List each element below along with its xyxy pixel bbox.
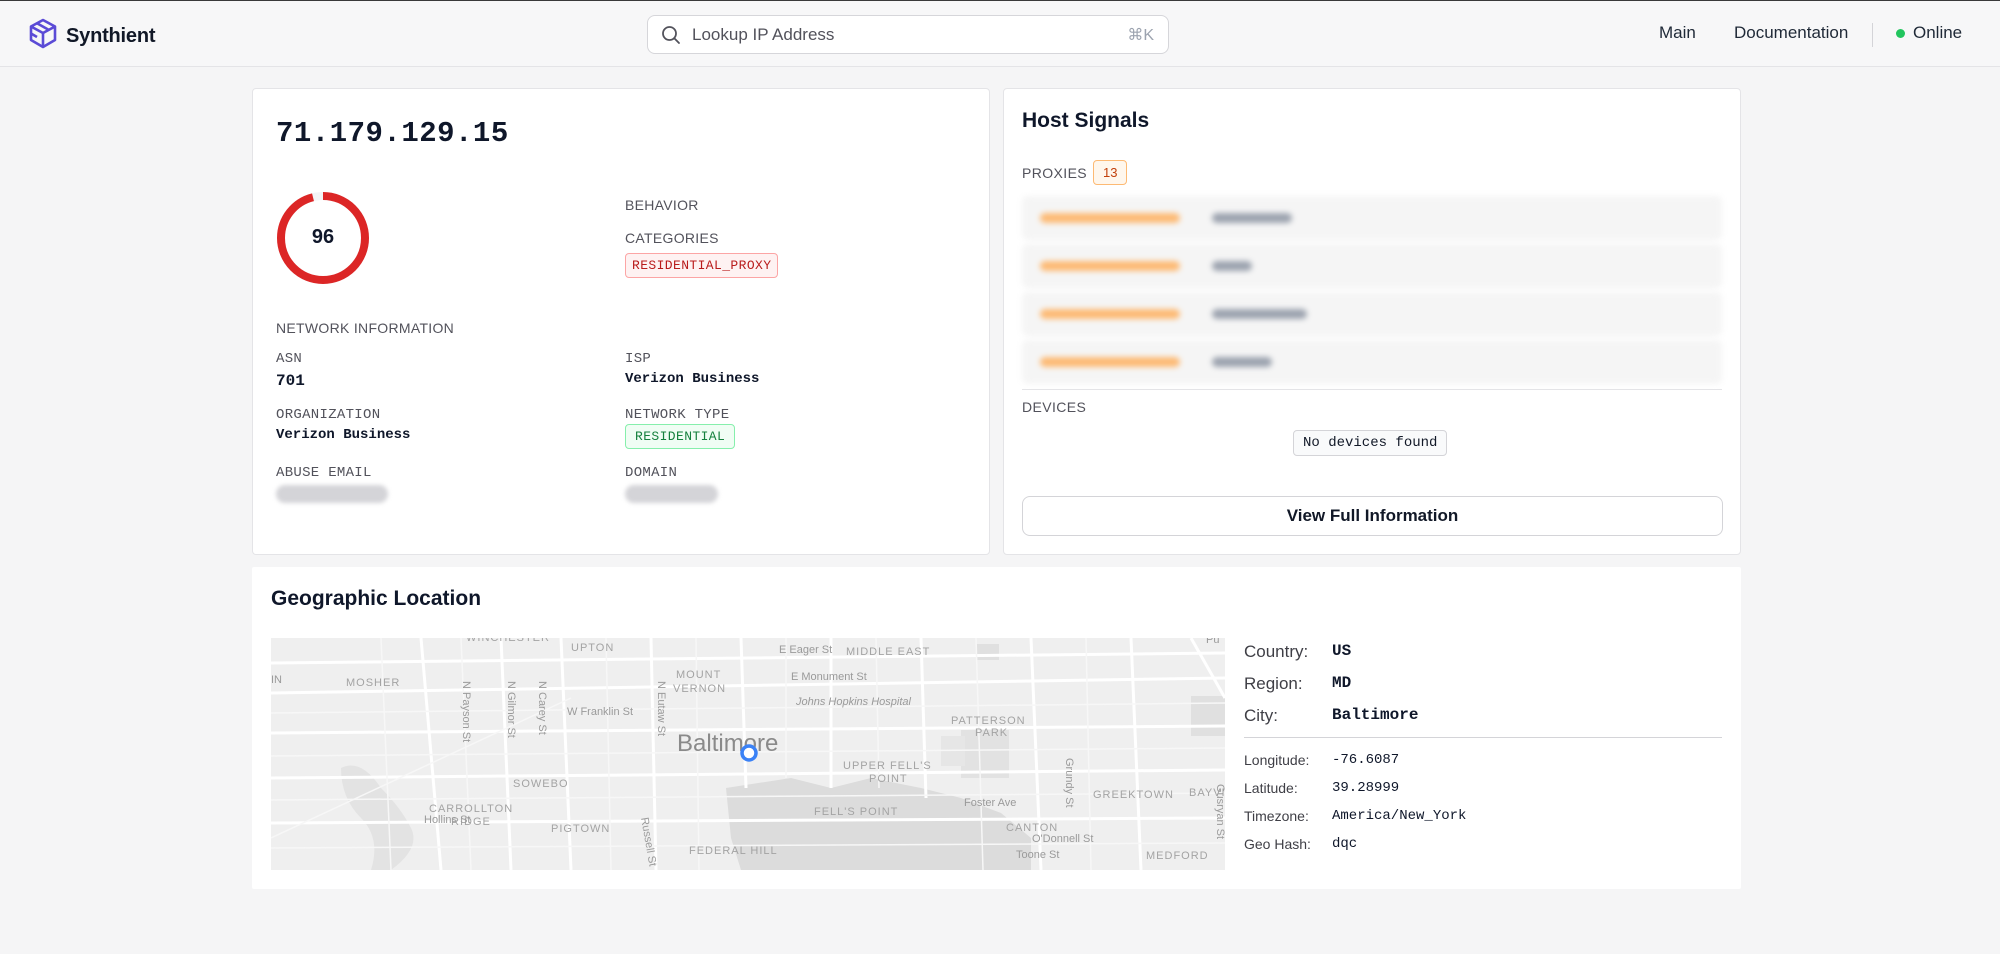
city-label: City: xyxy=(1244,706,1278,725)
proxy-list-redacted xyxy=(1022,196,1722,384)
abuse-email-redacted xyxy=(276,485,388,503)
svg-text:FELL'S POINT: FELL'S POINT xyxy=(814,806,898,818)
domain-redacted xyxy=(625,485,718,503)
geohash-value: dqc xyxy=(1332,836,1358,852)
status-dot-icon xyxy=(1896,28,1905,38)
category-tag: RESIDENTIAL_PROXY xyxy=(625,253,779,278)
geographic-location-title: Geographic Location xyxy=(271,587,482,610)
ip-address-title: 71.179.129.15 xyxy=(276,117,509,150)
svg-text:N Carey St: N Carey St xyxy=(536,681,548,735)
nav-main-link[interactable]: Main xyxy=(1659,23,1696,43)
longitude-value: -76.6087 xyxy=(1332,752,1400,768)
svg-text:MOUNT: MOUNT xyxy=(676,669,721,681)
proxies-label: PROXIES xyxy=(1022,165,1088,181)
search-shortcut-hint: ⌘K xyxy=(1127,26,1154,44)
svg-text:O'Donnell St: O'Donnell St xyxy=(1032,833,1093,845)
country-value: US xyxy=(1332,642,1352,660)
ip-search-input[interactable]: Lookup IP Address ⌘K xyxy=(647,15,1169,54)
geographic-location-card: Geographic Location WINCHESTER UPTON MOS… xyxy=(252,567,1741,889)
svg-text:UPPER FELL'S: UPPER FELL'S xyxy=(843,760,932,772)
nav-documentation-link[interactable]: Documentation xyxy=(1734,23,1848,43)
asn-value: 701 xyxy=(276,372,305,390)
svg-text:Johns Hopkins Hospital: Johns Hopkins Hospital xyxy=(795,696,912,708)
svg-text:PIGTOWN: PIGTOWN xyxy=(551,823,610,835)
organization-value: Verizon Business xyxy=(276,427,411,443)
timezone-value: America/New_York xyxy=(1332,808,1467,824)
abuse-email-label: ABUSE EMAIL xyxy=(276,465,372,481)
network-information-heading: NETWORK INFORMATION xyxy=(276,320,455,336)
categories-label: CATEGORIES xyxy=(625,230,719,246)
organization-label: ORGANIZATION xyxy=(276,407,381,423)
risk-score-gauge: 96 xyxy=(273,188,373,288)
region-value: MD xyxy=(1332,674,1352,692)
brand-logo-link[interactable]: Synthient xyxy=(28,18,156,55)
timezone-label: Timezone: xyxy=(1244,808,1309,824)
country-label: Country: xyxy=(1244,642,1309,661)
svg-text:GREEKTOWN: GREEKTOWN xyxy=(1093,789,1174,801)
svg-text:W Franklin St: W Franklin St xyxy=(567,706,633,718)
proxy-row xyxy=(1022,292,1722,336)
svg-text:MEDFORD: MEDFORD xyxy=(1146,850,1209,862)
synthient-logo-icon xyxy=(28,18,58,55)
region-label: Region: xyxy=(1244,674,1303,693)
svg-text:E Eager St: E Eager St xyxy=(779,644,832,656)
proxy-row xyxy=(1022,196,1722,240)
proxy-row xyxy=(1022,244,1722,288)
svg-text:Hollins St: Hollins St xyxy=(424,814,470,826)
proxies-count-badge: 13 xyxy=(1093,160,1128,185)
risk-score-value: 96 xyxy=(311,226,335,248)
isp-label: ISP xyxy=(625,351,652,367)
svg-text:MOSHER: MOSHER xyxy=(346,677,400,689)
svg-text:N Gilmor St: N Gilmor St xyxy=(505,681,517,738)
top-navigation-bar: Synthient Lookup IP Address ⌘K Main Docu… xyxy=(0,0,2000,67)
svg-text:POINT: POINT xyxy=(869,773,908,785)
nav-divider xyxy=(1872,23,1873,47)
map-graphic: WINCHESTER UPTON MOSHER MOUNT VERNON MID… xyxy=(271,638,1225,870)
svg-text:N Payson St: N Payson St xyxy=(460,681,472,742)
latitude-value: 39.28999 xyxy=(1332,780,1400,796)
isp-value: Verizon Business xyxy=(625,371,760,387)
domain-label: DOMAIN xyxy=(625,465,678,481)
location-map[interactable]: WINCHESTER UPTON MOSHER MOUNT VERNON MID… xyxy=(271,638,1225,870)
svg-text:Foster Ave: Foster Ave xyxy=(964,797,1016,809)
svg-text:UPTON: UPTON xyxy=(571,642,614,654)
svg-text:FEDERAL HILL: FEDERAL HILL xyxy=(689,845,778,857)
svg-text:Toone St: Toone St xyxy=(1016,849,1059,861)
ip-overview-card: 71.179.129.15 96 BEHAVIOR CATEGORIES RES… xyxy=(252,88,990,555)
svg-text:WINCHESTER: WINCHESTER xyxy=(466,638,550,644)
latitude-label: Latitude: xyxy=(1244,780,1298,796)
search-placeholder: Lookup IP Address xyxy=(692,24,835,44)
svg-text:Gusryan St: Gusryan St xyxy=(1214,784,1225,839)
svg-text:VERNON: VERNON xyxy=(673,683,726,695)
devices-label: DEVICES xyxy=(1022,399,1087,415)
search-icon xyxy=(660,24,682,46)
svg-text:PATTERSON: PATTERSON xyxy=(951,715,1026,727)
network-type-label: NETWORK TYPE xyxy=(625,407,730,423)
svg-text:E Monument St: E Monument St xyxy=(791,671,867,683)
svg-text:SOWEBO: SOWEBO xyxy=(513,778,569,790)
svg-text:IN: IN xyxy=(271,674,282,686)
host-signals-title: Host Signals xyxy=(1022,109,1150,132)
brand-name: Synthient xyxy=(66,25,156,47)
city-value: Baltimore xyxy=(1332,706,1419,724)
proxy-row xyxy=(1022,340,1722,384)
network-type-tag: RESIDENTIAL xyxy=(625,424,736,449)
asn-label: ASN xyxy=(276,351,303,367)
map-city-label: Baltimore xyxy=(677,730,778,757)
svg-text:Grundy St: Grundy St xyxy=(1063,758,1075,808)
host-divider xyxy=(1022,389,1722,390)
geo-divider xyxy=(1244,737,1722,738)
longitude-label: Longitude: xyxy=(1244,752,1310,768)
online-status: Online xyxy=(1896,23,1962,43)
svg-text:MIDDLE EAST: MIDDLE EAST xyxy=(846,646,930,658)
svg-text:Pu: Pu xyxy=(1206,638,1219,646)
no-devices-badge: No devices found xyxy=(1293,430,1448,456)
behavior-label: BEHAVIOR xyxy=(625,197,699,213)
svg-text:PARK: PARK xyxy=(975,727,1008,739)
geohash-label: Geo Hash: xyxy=(1244,836,1311,852)
status-text: Online xyxy=(1913,23,1963,42)
svg-text:N Eutaw St: N Eutaw St xyxy=(655,681,667,736)
host-signals-card: Host Signals PROXIES 13 DEVICES No devic… xyxy=(1003,88,1741,555)
view-full-information-button[interactable]: View Full Information xyxy=(1022,496,1723,536)
